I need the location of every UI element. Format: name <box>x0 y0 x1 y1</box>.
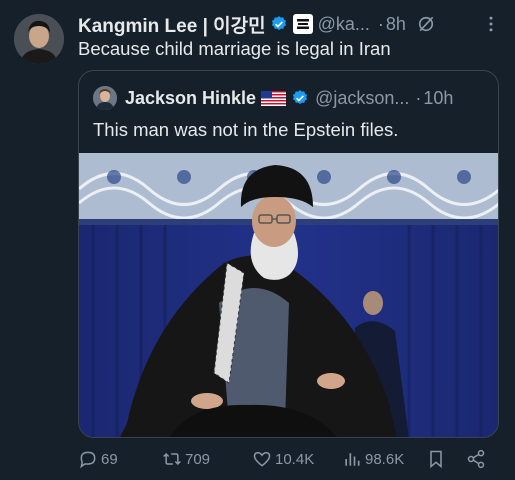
analytics-icon <box>345 453 360 466</box>
author-avatar[interactable] <box>14 14 64 64</box>
quoted-author-handle[interactable]: @jackson... <box>315 88 409 109</box>
separator-dot: · <box>377 13 384 34</box>
author-avatar-image <box>14 14 64 64</box>
reply-button[interactable]: 69 <box>78 449 162 469</box>
quoted-tweet[interactable]: Jackson Hinkle @jackson... · 10h This ma… <box>78 70 499 438</box>
reply-count: 69 <box>101 450 118 468</box>
heart-icon <box>253 451 271 467</box>
retweet-icon <box>163 452 181 466</box>
tweet-text: Because child marriage is legal in Iran <box>78 38 391 59</box>
quoted-author-avatar[interactable] <box>93 86 117 110</box>
quoted-tweet-time[interactable]: 10h <box>423 88 453 109</box>
quoted-tweet-header: Jackson Hinkle @jackson... · 10h <box>93 85 488 111</box>
view-count: 98.6K <box>365 450 405 468</box>
share-button[interactable] <box>466 449 490 469</box>
retweet-count: 709 <box>185 450 211 468</box>
quoted-separator-dot: · <box>415 87 422 108</box>
share-icon <box>467 449 485 469</box>
grok-icon[interactable] <box>416 14 436 34</box>
more-options-icon[interactable] <box>481 14 501 34</box>
affiliate-badge-icon[interactable] <box>292 14 313 34</box>
quoted-author-name[interactable]: Jackson Hinkle <box>125 88 256 109</box>
action-bar: 69 709 10.4K 98.6K <box>78 444 499 474</box>
like-button[interactable]: 10.4K <box>252 449 342 469</box>
quoted-verified-badge-icon <box>293 90 308 105</box>
quoted-tweet-image[interactable] <box>79 153 498 437</box>
views-button[interactable]: 98.6K <box>342 449 422 469</box>
author-name[interactable]: Kangmin Lee | 이강민 <box>78 11 266 38</box>
tweet-header: Kangmin Lee | 이강민 @ka... · 8h <box>78 10 501 38</box>
retweet-button[interactable]: 709 <box>162 449 252 469</box>
media-photo <box>79 153 498 437</box>
tweet-time[interactable]: 8h <box>386 14 406 35</box>
bookmark-button[interactable] <box>426 449 460 469</box>
like-count: 10.4K <box>275 450 315 468</box>
tweet: Kangmin Lee | 이강민 @ka... · 8h Because ch… <box>0 0 515 480</box>
quoted-tweet-text: This man was not in the Epstein files. <box>93 119 399 140</box>
bookmark-icon <box>430 450 442 469</box>
us-flag-icon <box>261 90 287 106</box>
verified-badge-icon <box>271 16 286 31</box>
reply-icon <box>80 451 96 469</box>
author-handle[interactable]: @ka... <box>318 14 370 35</box>
